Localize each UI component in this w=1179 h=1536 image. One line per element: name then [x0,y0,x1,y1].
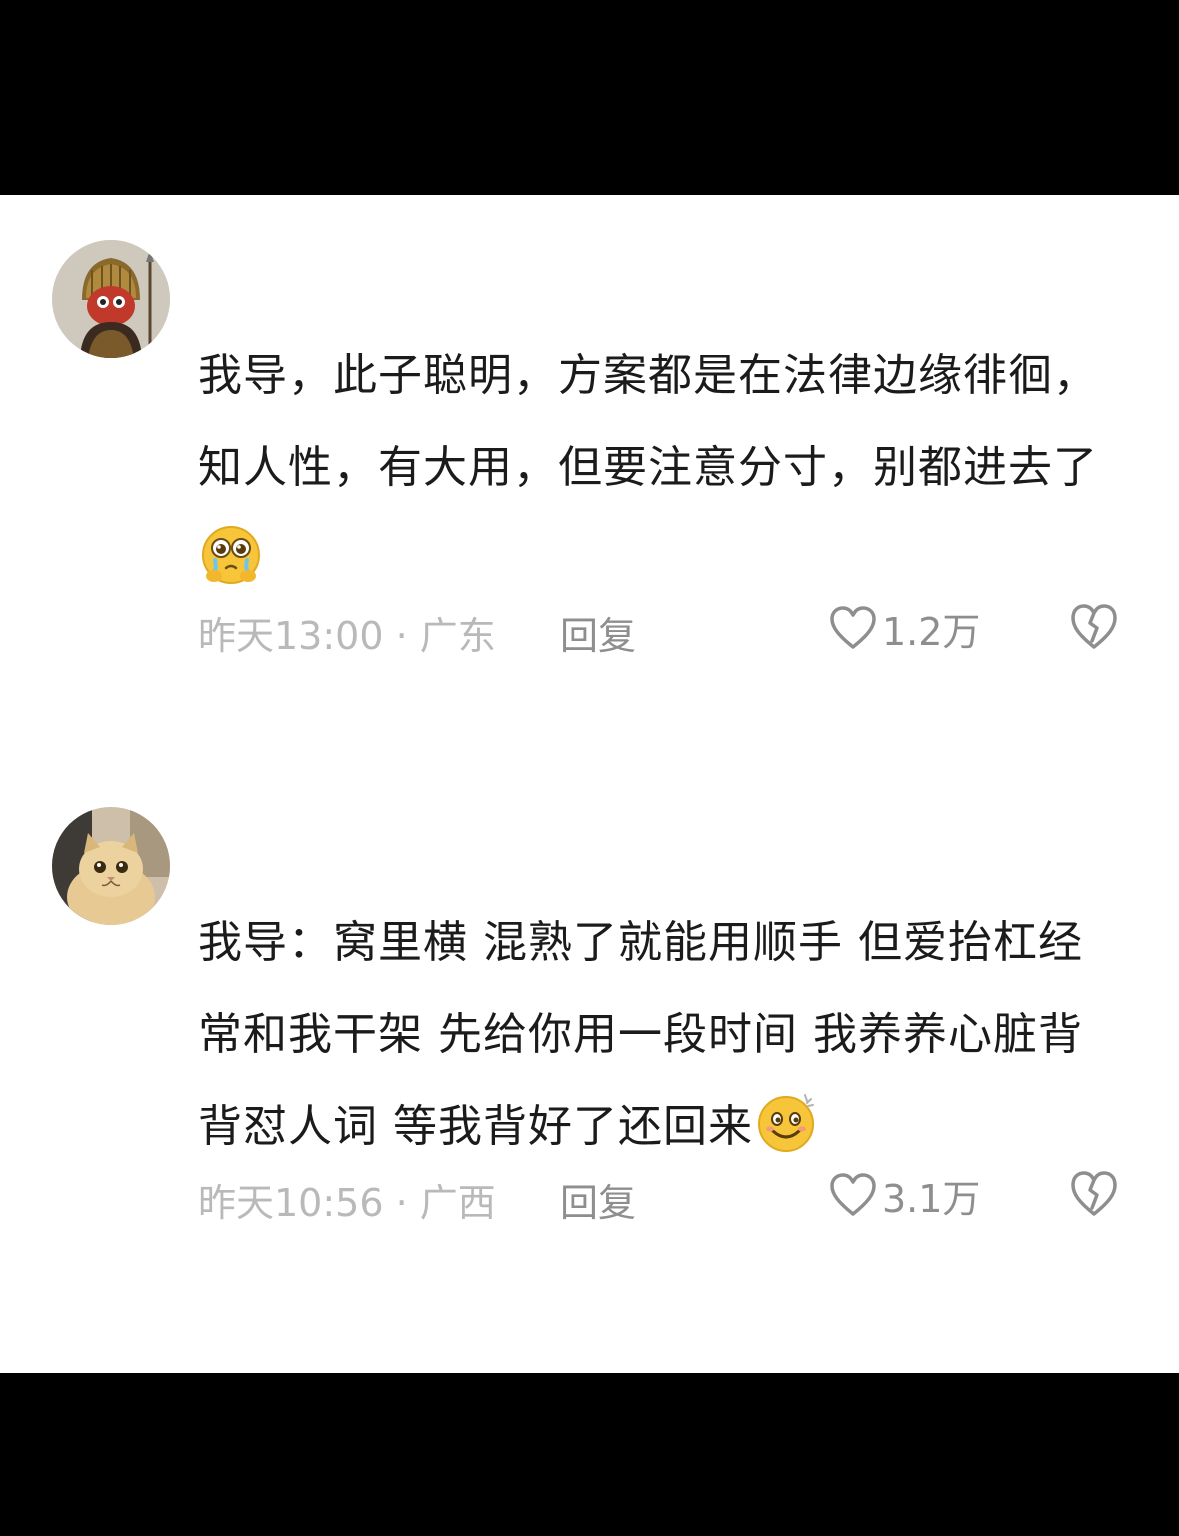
separator-dot: · [383,614,420,658]
reply-button[interactable]: 回复 [560,1172,636,1227]
top-black-bar [0,0,1179,195]
comment-time: 昨天13:00 [198,614,384,658]
broken-heart-icon [1071,604,1117,649]
bottom-black-bar [0,1373,1179,1536]
comment-info: 昨天13:00 · 广东 [198,605,496,660]
smiling-face-emoji-icon [755,1091,817,1153]
avatar[interactable] [52,240,170,358]
comment-meta: 昨天10:56 · 广西 回复 3.1万 [198,1164,1128,1227]
comment-panel: 我导，此子聪明，方案都是在法律边缘徘徊，知人性，有大用，但要注意分寸，别都进去了… [0,195,1179,1373]
comment-meta: 昨天13:00 · 广东 回复 1.2万 [198,597,1128,660]
heart-icon [830,1173,876,1216]
comment-location: 广西 [419,1181,496,1225]
broken-heart-icon [1071,1171,1117,1216]
dislike-button[interactable] [1068,601,1120,651]
helmet-figure-avatar-icon [52,240,170,358]
avatar[interactable] [52,807,170,925]
comment-text-content: 我导，此子聪明，方案都是在法律边缘徘徊，知人性，有大用，但要注意分寸，别都进去了 [198,350,1098,493]
like-button[interactable]: 1.2万 [828,603,981,654]
like-count: 3.1万 [882,1176,981,1221]
comment-location: 广东 [419,614,496,658]
pleading-face-emoji-icon [200,524,262,586]
reply-button[interactable]: 回复 [560,605,636,660]
comment-text-content: 我导：窝里横 混熟了就能用顺手 但爱抬杠经常和我干架 先给你用一段时间 我养养心… [198,917,1083,1152]
comment-text: 我导，此子聪明，方案都是在法律边缘徘徊，知人性，有大用，但要注意分寸，别都进去了 [198,330,1118,606]
comment-info: 昨天10:56 · 广西 [198,1172,496,1227]
heart-icon [830,606,876,649]
like-button[interactable]: 3.1万 [828,1170,981,1221]
separator-dot: · [383,1181,420,1225]
dislike-button[interactable] [1068,1168,1120,1218]
comment-text: 我导：窝里横 混熟了就能用顺手 但爱抬杠经常和我干架 先给你用一段时间 我养养心… [198,897,1118,1173]
comment-time: 昨天10:56 [198,1181,384,1225]
cat-avatar-icon [52,807,170,925]
like-count: 1.2万 [882,609,981,654]
